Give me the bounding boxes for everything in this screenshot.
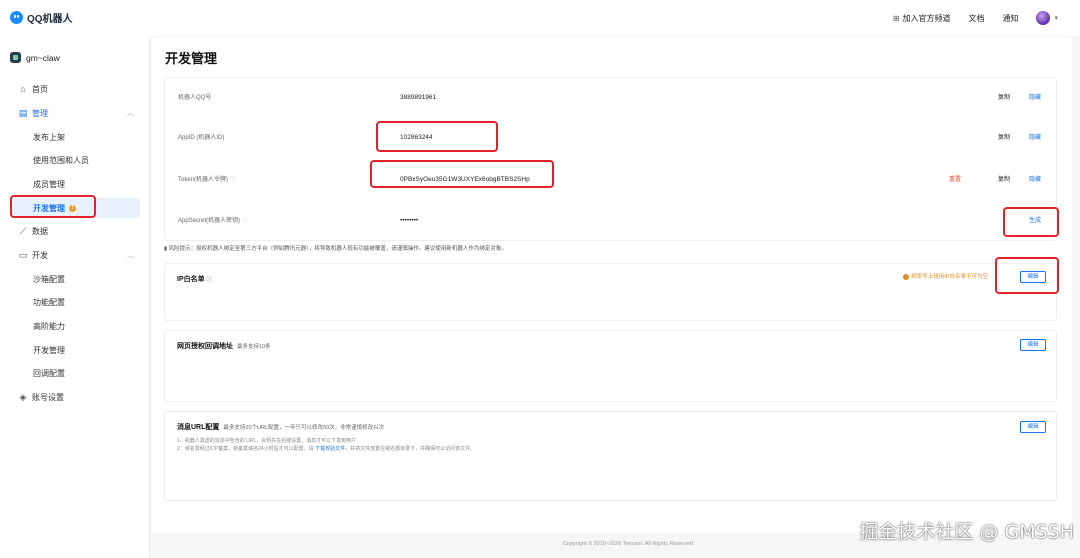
field-value: •••••••• xyxy=(400,217,419,224)
field-label: 机器人QQ号 xyxy=(178,95,212,101)
brand-logo[interactable]: QQ机器人 xyxy=(10,10,73,25)
sidebar-item-label: 账号设置 xyxy=(32,392,64,402)
web-callback-panel: 网页授权回调地址 最多支持10条 编辑 xyxy=(164,330,1057,402)
web-callback-title: 网页授权回调地址 最多支持10条 xyxy=(177,343,271,350)
web-callback-edit-button[interactable]: 编辑 xyxy=(1020,339,1046,351)
avatar[interactable] xyxy=(1036,11,1051,25)
robot-logo-icon xyxy=(10,11,23,24)
main-content: 开发管理 机器人QQ号 3889891961 复制 隐藏 AppID (机器人I… xyxy=(152,37,1072,534)
monitor-icon: ▭ xyxy=(18,250,28,260)
field-row-token: Token(机器人令牌) ⓘ 0PBxSyOeu35G1W3UXYEx6obgBT… xyxy=(178,160,1046,200)
sidebar-item-home[interactable]: ⌂ 首页 xyxy=(0,79,150,99)
chevron-up-icon: ︿ xyxy=(127,110,134,117)
app-icon xyxy=(10,52,21,63)
chevron-down-icon[interactable]: ▾ xyxy=(1054,14,1058,22)
copy-button[interactable]: 复制 xyxy=(998,118,1010,158)
msg-url-title: 消息URL配置 最多支持20个URL配置，一年只可以修改50次，非常谨慎修改以次 xyxy=(177,424,385,431)
field-value: 102863244 xyxy=(400,134,433,141)
hash-icon: ⊞ xyxy=(892,13,900,23)
warning-badge-icon: ! xyxy=(69,204,76,212)
brand-name: QQ机器人 xyxy=(27,14,73,25)
field-label: Token(机器人令牌) ⓘ xyxy=(178,177,236,183)
chart-icon: ⟋ xyxy=(19,226,27,236)
docs-link[interactable]: 文档 xyxy=(968,13,984,24)
hide-button[interactable]: 隐藏 xyxy=(1029,118,1041,158)
msg-url-description: 1、机器人发送的消息中包含的 URL，会预先在后端设置。消息才可以下发到用户 2… xyxy=(177,438,476,452)
sidebar-item-label: 首页 xyxy=(32,84,48,94)
field-value: 3889891961 xyxy=(400,94,437,101)
app-selector[interactable]: gm~claw xyxy=(10,52,60,63)
sidebar-item-callback[interactable]: 回调配置 xyxy=(0,363,150,383)
help-icon: ⓘ xyxy=(242,218,248,224)
risk-warning: ▮ 风险提示：授权机器人绑定至第三方平台（例如腾讯元器），将导致机器人现有功能被… xyxy=(164,246,507,252)
hide-button[interactable]: 隐藏 xyxy=(1029,78,1041,118)
app-name: gm~claw xyxy=(26,52,60,63)
sidebar-item-sandbox[interactable]: 沙箱配置 xyxy=(0,269,150,289)
sidebar-item-features[interactable]: 功能配置 xyxy=(0,292,150,312)
ip-whitelist-panel: IP白名单 ⓘ ! 频率写上线用IP白名单不可为空 编辑 xyxy=(164,263,1057,321)
field-row-appid: AppID (机器人ID) 102863244 复制 隐藏 xyxy=(178,118,1046,158)
field-label: AppSecret(机器人密钥) ⓘ xyxy=(178,218,248,224)
sidebar-item-account[interactable]: ◈ 账号设置 xyxy=(0,387,150,407)
sidebar-item-data[interactable]: ⟋ 数据 xyxy=(0,221,150,241)
join-channel-link[interactable]: ⊞ 加入官方频道 xyxy=(893,13,951,24)
reset-button[interactable]: 重置 xyxy=(949,160,961,200)
page-title: 开发管理 xyxy=(165,51,218,66)
copy-button[interactable]: 复制 xyxy=(998,78,1010,118)
ip-whitelist-edit-button[interactable]: 编辑 xyxy=(1020,271,1046,283)
chevron-up-icon: ︿ xyxy=(127,252,134,259)
msg-url-edit-button[interactable]: 编辑 xyxy=(1020,421,1046,433)
ip-whitelist-title: IP白名单 ⓘ xyxy=(177,276,213,283)
help-icon: ⓘ xyxy=(206,277,213,283)
generate-button[interactable]: 生成 xyxy=(1029,201,1041,241)
sidebar-item-label: 管理 xyxy=(32,108,48,118)
list-icon: ▤ xyxy=(18,108,28,118)
ip-whitelist-tip: ! 频率写上线用IP白名单不可为空 xyxy=(903,272,988,280)
sidebar-item-manage[interactable]: ▤ 管理 ︿ xyxy=(0,103,150,123)
download-verify-file-link[interactable]: 下载校验文件 xyxy=(315,446,345,452)
copy-button[interactable]: 复制 xyxy=(998,160,1010,200)
field-label: AppID (机器人ID) xyxy=(178,135,225,141)
top-bar: QQ机器人 ⊞ 加入官方频道 文档 通知 ▾ xyxy=(0,0,1080,36)
sidebar-item-dev[interactable]: ▭ 开发 ︿ xyxy=(0,245,150,265)
notifications-link[interactable]: 通知 xyxy=(1002,13,1018,24)
sidebar-item-scope[interactable]: 使用范围和人员 xyxy=(0,150,150,170)
help-icon: ⓘ xyxy=(230,177,236,183)
shield-icon: ◈ xyxy=(19,392,27,402)
sidebar-item-dev-manage[interactable]: 开发管理 ! xyxy=(10,198,140,218)
hide-button[interactable]: 隐藏 xyxy=(1029,160,1041,200)
field-row-appsecret: AppSecret(机器人密钥) ⓘ •••••••• 生成 xyxy=(178,201,1046,241)
sidebar: gm~claw ⌂ 首页 ▤ 管理 ︿ 发布上架 使用范围和人员 成员管理 开发… xyxy=(0,36,150,558)
sidebar-item-members[interactable]: 成员管理 xyxy=(0,174,150,194)
sidebar-item-advanced[interactable]: 高阶能力 xyxy=(0,316,150,336)
sidebar-item-label: 开发 xyxy=(32,250,48,260)
credentials-panel: 机器人QQ号 3889891961 复制 隐藏 AppID (机器人ID) 10… xyxy=(164,77,1057,241)
field-value: 0PBxSyOeu35G1W3UXYEx6obgBTBS2SHp xyxy=(400,176,530,183)
msg-url-panel: 消息URL配置 最多支持20个URL配置，一年只可以修改50次，非常谨慎修改以次 … xyxy=(164,411,1057,501)
sidebar-item-dev-manage-2[interactable]: 开发管理 xyxy=(0,340,150,360)
sidebar-item-label: 数据 xyxy=(32,226,48,236)
warning-icon: ! xyxy=(903,274,910,280)
sidebar-item-publish[interactable]: 发布上架 xyxy=(0,127,150,147)
field-row-qq: 机器人QQ号 3889891961 复制 隐藏 xyxy=(178,78,1046,118)
watermark: 掘金技术社区 @ GMSSH xyxy=(859,521,1074,543)
home-icon: ⌂ xyxy=(20,84,26,94)
sidebar-item-label: 开发管理 xyxy=(33,203,65,213)
join-channel-label: 加入官方频道 xyxy=(902,13,951,23)
